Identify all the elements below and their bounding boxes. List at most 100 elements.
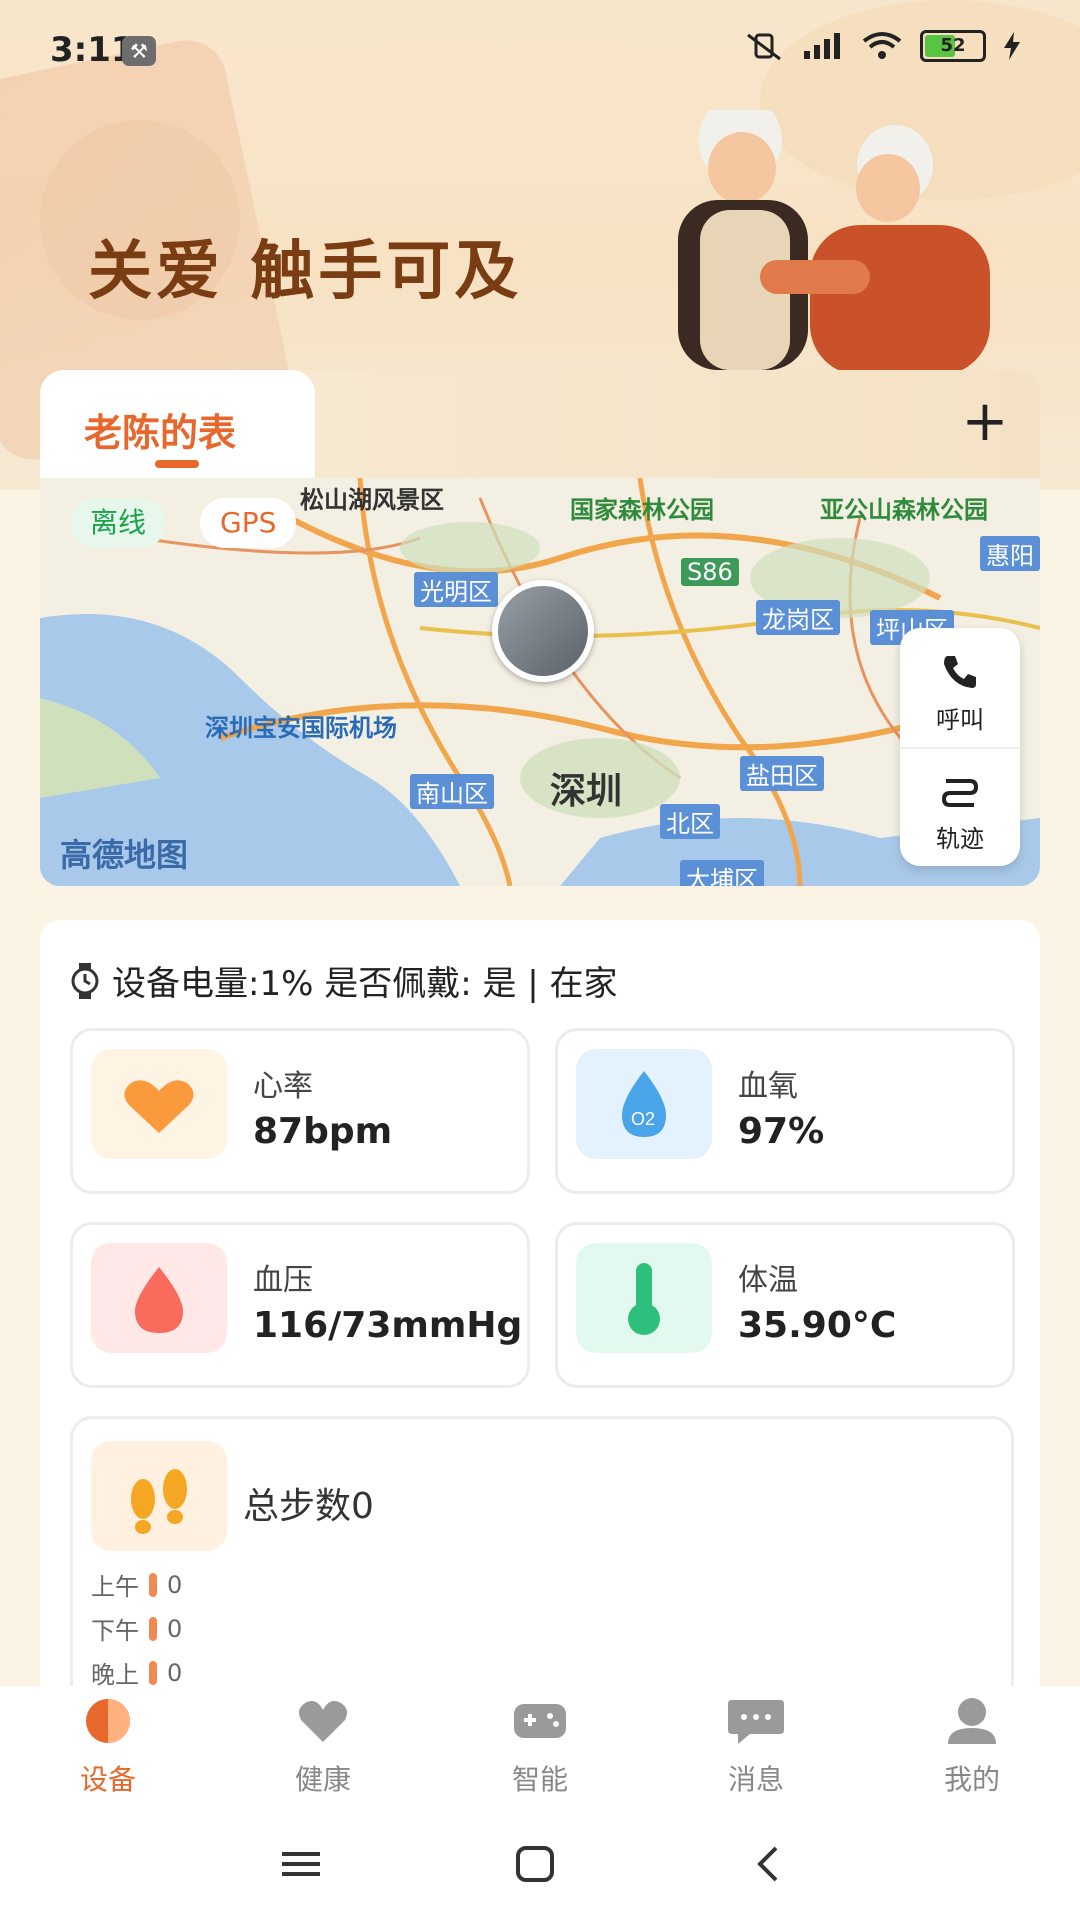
heart-rate-card[interactable]: 心率 87bpm [70, 1028, 530, 1194]
steps-row-afternoon: 下午 0 [91, 1611, 182, 1646]
steps-row-evening: 晚上 0 [91, 1655, 182, 1690]
blood-oxygen-label: 血氧 [738, 1069, 798, 1104]
map-background [40, 478, 1040, 886]
steps-row-value: 0 [167, 1658, 183, 1687]
tab-label: 老陈的表 [84, 411, 237, 455]
svg-text:O2: O2 [631, 1109, 655, 1129]
blood-pressure-card[interactable]: 血压 116/73mmHg [70, 1222, 530, 1388]
blood-pressure-label: 血压 [253, 1263, 313, 1298]
banner-slogan: 关爱 触手可及 [88, 235, 523, 309]
battery-icon: 52 [920, 30, 986, 62]
gamepad-icon [514, 1704, 566, 1738]
profile-icon [948, 1698, 996, 1744]
call-button[interactable]: 呼叫 [900, 628, 1020, 749]
steps-card[interactable]: 总步数0 上午 0 下午 0 晚上 0 [70, 1416, 1014, 1722]
back-icon[interactable] [744, 1844, 794, 1884]
map-label-yantian: 盐田区 [740, 756, 824, 791]
map-label-airport: 深圳宝安国际机场 [205, 714, 397, 742]
wifi-icon [862, 32, 902, 59]
steps-bar [149, 1660, 157, 1685]
steps-row-value: 0 [167, 1614, 183, 1643]
steps-row-value: 0 [167, 1570, 183, 1599]
device-status-text: 设备电量:1% 是否佩戴: 是 | 在家 [112, 964, 618, 1004]
battery-level: 52 [940, 35, 966, 56]
map-label-shenzhen: 深圳 [550, 771, 623, 812]
elderly-couple-illustration [678, 110, 990, 370]
steps-row-label: 下午 [91, 1617, 139, 1645]
status-bar: 3:11 ⚒ 52 [0, 0, 1080, 100]
map-label-longgang: 龙岗区 [756, 600, 840, 635]
heart-icon-box [91, 1049, 227, 1159]
oxygen-drop-icon: O2 [622, 1071, 666, 1137]
offline-status-badge: 离线 [70, 498, 167, 548]
nav-device-label: 设备 [79, 1763, 136, 1796]
nav-health[interactable]: 健康 [253, 1696, 393, 1798]
map-label-dapeng: 大埔区 [680, 860, 764, 886]
gps-status-badge: GPS [200, 498, 297, 548]
thermometer-icon-box [576, 1243, 712, 1353]
heart-icon [124, 1080, 194, 1133]
temperature-value: 35.90°C [738, 1305, 897, 1346]
map-label-lake: 松山湖风景区 [300, 486, 444, 514]
nav-device[interactable]: 设备 [38, 1696, 178, 1798]
message-icon [728, 1700, 784, 1744]
track-button[interactable]: 轨迹 [900, 747, 1020, 866]
steps-row-label: 晚上 [91, 1661, 139, 1689]
map-label-yagong: 亚公山森林公园 [820, 496, 988, 524]
nav-health-label: 健康 [294, 1763, 351, 1796]
location-map[interactable]: 离线 GPS 松山湖风景区 国家森林公园 亚公山森林公园 S86 惠阳 光明区 … [40, 478, 1040, 886]
map-label-nanshan: 南山区 [410, 774, 494, 809]
blood-oxygen-value: 97% [738, 1111, 825, 1152]
temperature-label: 体温 [738, 1263, 798, 1298]
status-icons: 52 [744, 30, 1020, 62]
nav-smart[interactable]: 智能 [470, 1696, 610, 1798]
nav-smart-label: 智能 [511, 1763, 568, 1796]
map-label-forest: 国家森林公园 [570, 496, 714, 524]
tab-laochen-watch[interactable]: 老陈的表 [40, 370, 315, 480]
nav-messages-label: 消息 [727, 1763, 784, 1796]
map-road-s86: S86 [681, 558, 739, 586]
map-label-huiyang: 惠阳 [980, 536, 1040, 571]
nav-profile[interactable]: 我的 [902, 1696, 1042, 1798]
add-device-button[interactable]: + [960, 394, 1010, 450]
device-info-card: 设备电量:1% 是否佩戴: 是 | 在家 心率 87bpm O2 血氧 97% … [40, 920, 1040, 1722]
footprints-icon [131, 1469, 187, 1534]
wrench-icon: ⚒ [122, 36, 156, 66]
steps-row-label: 上午 [91, 1573, 139, 1601]
amap-logo: 高德地图 [60, 836, 189, 874]
track-label: 轨迹 [936, 825, 984, 853]
steps-bar [149, 1616, 157, 1641]
tab-indicator [155, 460, 199, 468]
total-steps: 总步数0 [243, 1486, 374, 1527]
vibrate-mute-icon [747, 33, 781, 61]
blood-oxygen-card[interactable]: O2 血氧 97% [555, 1028, 1015, 1194]
blood-icon-box [91, 1243, 227, 1353]
call-label: 呼叫 [936, 706, 984, 734]
device-status-line: 设备电量:1% 是否佩戴: 是 | 在家 [70, 956, 618, 1005]
map-action-panel: 呼叫 轨迹 [900, 628, 1020, 866]
blood-drop-icon [135, 1267, 183, 1333]
menu-icon[interactable] [276, 1844, 326, 1884]
oxygen-icon-box: O2 [576, 1049, 712, 1159]
nav-messages[interactable]: 消息 [686, 1696, 826, 1798]
system-nav-bar [0, 1806, 1080, 1920]
watch-tab-strip: 老陈的表 + [40, 370, 1040, 480]
watch-icon [71, 962, 99, 999]
heart-rate-value: 87bpm [253, 1111, 393, 1152]
bottom-nav: 设备 健康 智能 消息 我的 [0, 1686, 1080, 1806]
home-icon[interactable] [510, 1844, 560, 1884]
phone-icon [944, 656, 976, 688]
thermometer-icon [628, 1263, 660, 1335]
steps-bar [149, 1572, 157, 1597]
nav-profile-label: 我的 [943, 1763, 1000, 1796]
temperature-card[interactable]: 体温 35.90°C [555, 1222, 1015, 1388]
device-location-marker[interactable] [492, 580, 594, 682]
signal-icon [804, 33, 840, 59]
footprints-icon-box [91, 1441, 227, 1551]
blood-pressure-value: 116/73mmHg [253, 1305, 523, 1346]
heart-icon [299, 1701, 347, 1742]
heart-rate-label: 心率 [253, 1069, 313, 1104]
charging-icon [1004, 32, 1020, 60]
route-icon [941, 779, 979, 807]
steps-row-morning: 上午 0 [91, 1567, 182, 1602]
